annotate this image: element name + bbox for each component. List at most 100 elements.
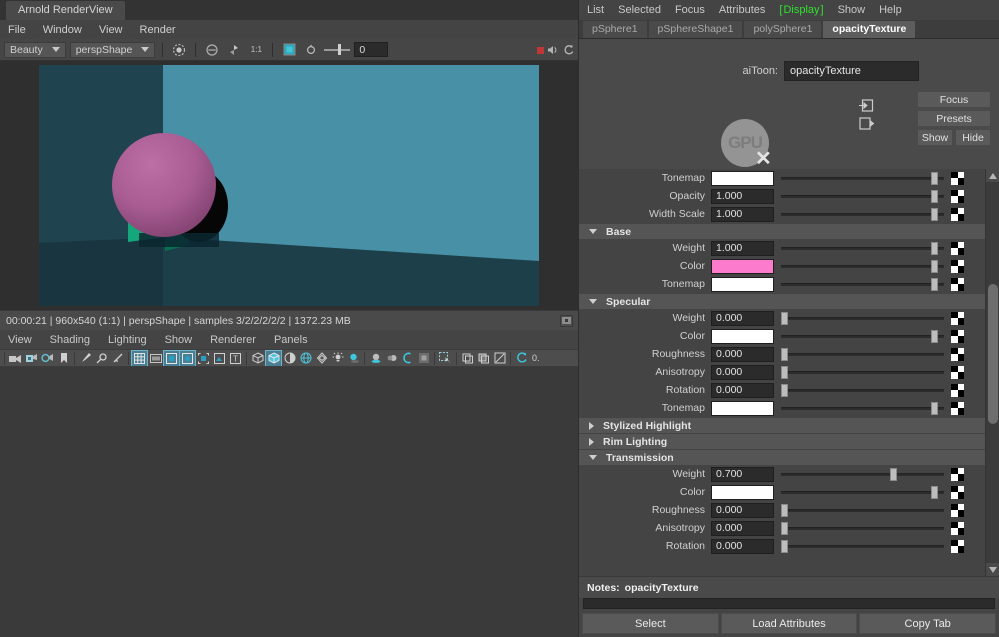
tab-psphere1[interactable]: pSphere1 [583,21,647,38]
field-chart-icon[interactable] [179,350,196,366]
attribute-value-field[interactable]: 0.000 [711,520,774,536]
menu-window[interactable]: Window [43,24,82,36]
refresh-icon[interactable] [563,44,574,56]
tab-polysphere1[interactable]: polySphere1 [744,21,822,38]
slider-thumb[interactable] [930,171,938,185]
wireframe-icon[interactable] [250,351,265,366]
ae-menu-attributes[interactable]: Attributes [719,4,765,16]
color-swatch[interactable] [711,170,774,186]
ae-menu-selected[interactable]: Selected [618,4,661,16]
input-connection-icon[interactable] [859,99,874,113]
map-input-icon[interactable] [951,207,964,221]
slider-thumb[interactable] [930,207,938,221]
attribute-slider[interactable] [781,189,944,204]
menu-render[interactable]: Render [140,24,176,36]
slider-thumb[interactable] [781,383,788,397]
map-input-icon[interactable] [951,503,964,517]
node-name-input[interactable]: opacityTexture [784,61,919,81]
attribute-scrollbar[interactable] [985,169,999,576]
sound-icon[interactable] [547,44,560,56]
scroll-down-arrow[interactable] [986,563,999,576]
show-button[interactable]: Show [917,129,953,146]
slider-thumb[interactable] [890,467,898,481]
copy-tab-button[interactable]: Copy Tab [859,613,997,634]
attribute-slider[interactable] [781,485,944,500]
menu-view[interactable]: View [99,24,123,36]
paint-icon[interactable] [78,351,93,366]
render-image-area[interactable] [0,61,578,310]
vp-menu-shading[interactable]: Shading [50,334,90,346]
text-icon[interactable]: T [228,351,243,366]
camera-lock-icon[interactable] [24,351,39,366]
map-input-icon[interactable] [951,189,964,203]
camera-combo[interactable]: perspShape [69,41,156,58]
xray-active-icon[interactable] [492,351,507,366]
gamma-icon[interactable] [302,41,320,59]
attribute-slider[interactable] [781,207,944,222]
color-swatch[interactable] [711,276,774,292]
slider-thumb[interactable] [930,189,938,203]
attribute-value-field[interactable]: 0.000 [711,364,774,380]
ae-menu-list[interactable]: List [587,4,604,16]
xray-icon[interactable] [460,351,475,366]
bookmark-icon[interactable] [56,351,71,366]
cut-icon[interactable] [110,351,125,366]
tab-opacitytexture[interactable]: opacityTexture [823,21,916,38]
attribute-slider[interactable] [781,383,944,398]
attribute-slider[interactable] [781,329,944,344]
multisample-icon[interactable] [400,351,415,366]
map-input-icon[interactable] [951,383,964,397]
vp-menu-view[interactable]: View [8,334,32,346]
attribute-slider[interactable] [781,521,944,536]
wireframe-on-shaded-icon[interactable] [298,351,313,366]
safe-title-icon[interactable] [212,351,227,366]
film-gate-icon[interactable] [148,351,163,366]
map-input-icon[interactable] [951,347,964,361]
resolution-gate-icon[interactable] [163,350,180,366]
camera-icon[interactable] [8,351,23,366]
attribute-slider[interactable] [781,171,944,186]
load-attributes-button[interactable]: Load Attributes [720,613,858,634]
map-input-icon[interactable] [951,365,964,379]
ae-menu-display[interactable]: Display [779,4,823,16]
slider-thumb[interactable] [781,347,788,361]
vp-menu-renderer[interactable]: Renderer [210,334,256,346]
section-header[interactable]: Base [579,224,985,239]
color-swatch[interactable] [711,258,774,274]
attribute-value-field[interactable]: 1.000 [711,188,774,204]
map-input-icon[interactable] [951,277,964,291]
attribute-slider[interactable] [781,467,944,482]
attribute-value-field[interactable]: 0.000 [711,382,774,398]
select-button[interactable]: Select [582,613,719,634]
map-input-icon[interactable] [951,241,964,255]
snapshot-icon[interactable] [225,41,243,59]
render-region-icon[interactable] [170,41,188,59]
safe-action-icon[interactable] [196,351,211,366]
map-input-icon[interactable] [951,171,964,185]
slider-thumb[interactable] [930,485,938,499]
output-connection-icon[interactable] [859,117,875,131]
scroll-up-arrow[interactable] [986,169,999,182]
stop-record-icon[interactable] [537,46,544,54]
section-header[interactable]: Specular [579,294,985,309]
attribute-slider[interactable] [781,365,944,380]
depth-of-field-icon[interactable] [416,351,431,366]
isolate-select-icon[interactable] [438,351,453,366]
attribute-slider[interactable] [781,311,944,326]
slider-thumb[interactable] [930,259,938,273]
exposure-slider[interactable] [324,44,351,55]
attribute-slider[interactable] [781,347,944,362]
no-render-icon[interactable] [203,41,221,59]
attribute-slider[interactable] [781,241,944,256]
aov-combo[interactable]: Beauty [4,41,66,58]
hide-button[interactable]: Hide [955,129,991,146]
map-input-icon[interactable] [951,311,964,325]
attribute-slider[interactable] [781,503,944,518]
attribute-slider[interactable] [781,277,944,292]
attribute-value-field[interactable]: 0.700 [711,466,774,482]
lights-icon[interactable] [330,351,345,366]
color-swatch[interactable] [711,484,774,500]
ae-menu-focus[interactable]: Focus [675,4,705,16]
vp-menu-panels[interactable]: Panels [274,334,308,346]
scrollbar-thumb[interactable] [988,284,998,424]
